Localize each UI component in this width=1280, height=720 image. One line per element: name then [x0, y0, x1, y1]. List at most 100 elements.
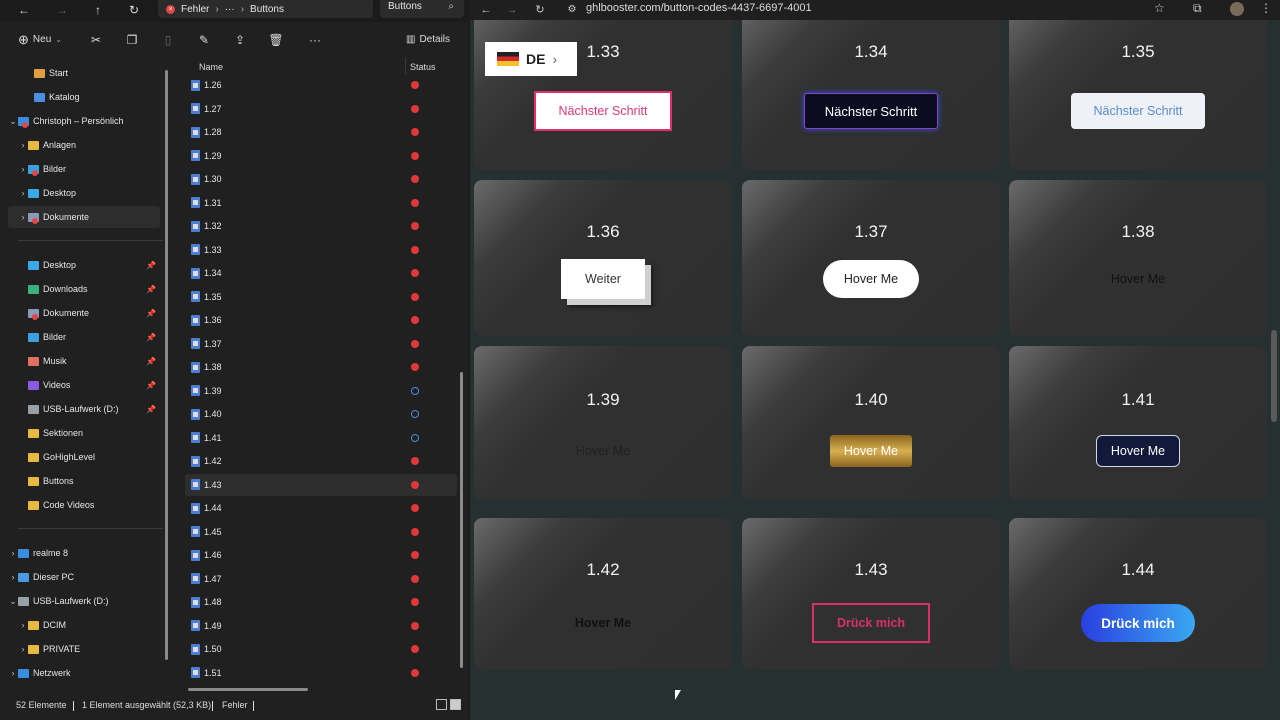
file-row[interactable]: 1.39 [185, 380, 457, 402]
file-row[interactable]: 1.51 [185, 662, 457, 684]
browser-menu-icon[interactable]: ⋮ [1260, 1, 1272, 15]
file-row[interactable]: 1.37 [185, 333, 457, 355]
file-row[interactable]: 1.31 [185, 192, 457, 214]
file-list-hscrollbar[interactable] [188, 688, 308, 691]
sidebar-item[interactable]: Buttons [8, 470, 160, 492]
sidebar-item[interactable]: Dokumente 📌 [8, 302, 160, 324]
refresh-icon[interactable]: ↻ [124, 2, 144, 18]
file-row[interactable]: 1.29 [185, 145, 457, 167]
demo-button[interactable]: Hover Me [823, 260, 919, 298]
sidebar-item[interactable]: › Desktop [8, 182, 160, 204]
file-row[interactable]: 1.47 [185, 568, 457, 590]
file-row[interactable]: 1.30 [185, 168, 457, 190]
bookmark-star-icon[interactable]: ☆ [1154, 1, 1165, 15]
expand-chevron-icon[interactable]: › [18, 164, 28, 174]
sidebar-item[interactable]: Start [8, 62, 160, 84]
delete-icon[interactable]: 🗑 [268, 32, 284, 48]
back-icon[interactable]: ← [14, 2, 34, 18]
profile-avatar[interactable] [1230, 2, 1244, 16]
paste-icon[interactable]: ▯ [160, 32, 176, 48]
navigation-scrollbar[interactable] [165, 70, 168, 660]
demo-button[interactable]: Nächster Schritt [534, 91, 672, 131]
up-icon[interactable]: ↑ [88, 2, 108, 18]
expand-chevron-icon[interactable]: › [18, 140, 28, 150]
language-switcher[interactable]: DE › [485, 42, 577, 76]
expand-chevron-icon[interactable]: ⌄ [8, 116, 18, 127]
expand-chevron-icon[interactable]: › [8, 668, 18, 678]
back-icon[interactable]: ← [478, 2, 494, 18]
sidebar-item[interactable]: USB-Laufwerk (D:) 📌 [8, 398, 160, 420]
new-button[interactable]: ⊕ Neu ⌄ [18, 32, 66, 48]
site-settings-icon[interactable]: ⚙ [564, 2, 580, 18]
file-row[interactable]: 1.44 [185, 497, 457, 519]
cut-icon[interactable]: ✂ [88, 32, 104, 48]
file-row[interactable]: 1.49 [185, 615, 457, 637]
reload-icon[interactable]: ↻ [532, 2, 548, 18]
demo-button[interactable]: Nächster Schritt [1071, 93, 1205, 129]
forward-icon[interactable]: → [504, 2, 520, 18]
sidebar-item[interactable]: › PRIVATE [8, 638, 160, 660]
more-options-icon[interactable]: ··· [306, 32, 324, 48]
demo-button[interactable]: Weiter [561, 259, 645, 299]
file-row[interactable]: 1.34 [185, 262, 457, 284]
copy-icon[interactable]: ❐ [124, 32, 140, 48]
demo-button[interactable]: Hover Me [555, 436, 651, 466]
sidebar-item[interactable]: › DCIM [8, 614, 160, 636]
sidebar-item[interactable]: Bilder 📌 [8, 326, 160, 348]
pin-icon[interactable]: 📌 [146, 405, 156, 414]
sidebar-item[interactable]: › realme 8 [8, 542, 160, 564]
file-row[interactable]: 1.50 [185, 638, 457, 660]
demo-button[interactable]: Drück mich [1081, 604, 1195, 642]
demo-button[interactable]: Hover Me [1096, 435, 1180, 467]
file-row[interactable]: 1.27 [185, 98, 457, 120]
expand-chevron-icon[interactable]: › [18, 620, 28, 630]
breadcrumb-more[interactable]: ··· [225, 4, 235, 15]
file-row[interactable]: 1.33 [185, 239, 457, 261]
expand-chevron-icon[interactable]: › [18, 644, 28, 654]
forward-icon[interactable]: → [52, 2, 72, 18]
file-row[interactable]: 1.41 [185, 427, 457, 449]
pin-icon[interactable]: 📌 [146, 285, 156, 294]
sidebar-item[interactable]: Desktop 📌 [8, 254, 160, 276]
expand-chevron-icon[interactable]: › [8, 572, 18, 582]
extensions-icon[interactable]: ⧉ [1193, 1, 1202, 16]
sidebar-item[interactable]: Musik 📌 [8, 350, 160, 372]
file-row[interactable]: 1.48 [185, 591, 457, 613]
sidebar-item[interactable]: › Dokumente [8, 206, 160, 228]
sidebar-item[interactable]: ⌄ USB-Laufwerk (D:) [8, 590, 160, 612]
file-row[interactable]: 1.46 [185, 544, 457, 566]
file-row[interactable]: 1.38 [185, 356, 457, 378]
file-row[interactable]: 1.40 [185, 403, 457, 425]
pin-icon[interactable]: 📌 [146, 261, 156, 270]
file-row[interactable]: 1.26 [185, 74, 457, 96]
column-divider[interactable] [405, 58, 406, 74]
pin-icon[interactable]: 📌 [146, 357, 156, 366]
demo-button[interactable]: Hover Me [1090, 264, 1186, 294]
sidebar-item[interactable]: › Netzwerk [8, 662, 160, 684]
file-row[interactable]: 1.32 [185, 215, 457, 237]
search-icon[interactable]: ⌕ [448, 0, 454, 14]
tile-view-icon[interactable] [450, 699, 461, 710]
page-scrollbar[interactable] [1271, 330, 1277, 422]
demo-button[interactable]: Nächster Schritt [804, 93, 938, 129]
file-row[interactable]: 1.42 [185, 450, 457, 472]
pin-icon[interactable]: 📌 [146, 309, 156, 318]
sidebar-item[interactable]: Videos 📌 [8, 374, 160, 396]
expand-chevron-icon[interactable]: › [8, 548, 18, 558]
sidebar-item[interactable]: › Anlagen [8, 134, 160, 156]
sidebar-item[interactable]: Sektionen [8, 422, 160, 444]
expand-chevron-icon[interactable]: › [18, 212, 28, 222]
rename-icon[interactable]: ✎ [196, 32, 212, 48]
details-button[interactable]: ▥ Details [406, 32, 456, 48]
url-field[interactable]: ghlbooster.com/button-codes-4437-6697-40… [586, 2, 812, 14]
demo-button[interactable]: Hover Me [555, 608, 651, 638]
column-status[interactable]: Status [410, 62, 436, 72]
demo-button[interactable]: Hover Me [830, 435, 912, 467]
file-row[interactable]: 1.28 [185, 121, 457, 143]
sidebar-item[interactable]: Katalog [8, 86, 160, 108]
address-bar[interactable]: × Fehler › ··· › Buttons [158, 0, 373, 18]
expand-chevron-icon[interactable]: ⌄ [8, 596, 18, 607]
file-row[interactable]: 1.45 [185, 521, 457, 543]
list-view-icon[interactable] [436, 699, 447, 710]
pin-icon[interactable]: 📌 [146, 333, 156, 342]
